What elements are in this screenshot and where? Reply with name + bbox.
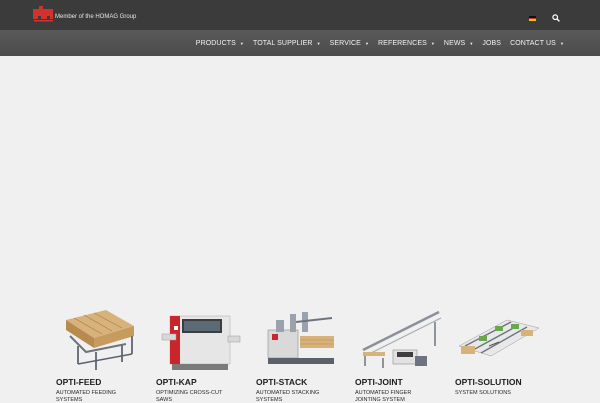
product-card-opti-feed[interactable]: OPTI-FEED AUTOMATED FEEDING SYSTEMS [56,306,146,403]
product-name: OPTI-FEED [56,377,102,387]
main-navigation: PRODUCTS ▼ TOTAL SUPPLIER ▼ SERVICE ▼ REFER… [0,30,600,56]
chevron-down-icon: ▼ [469,40,474,46]
product-card-opti-kap[interactable]: OPTI-KAP OPTIMIZING CROSS-CUT SAWS [156,306,246,403]
nav-label: REFERENCES [378,39,427,47]
nav-label: JOBS [482,39,502,47]
chevron-down-icon: ▼ [364,40,370,46]
opti-joint-machine-image [362,310,442,368]
chevron-down-icon: ▼ [559,40,564,46]
opti-stack-machine-image [267,312,334,364]
product-description: SYSTEM SOLUTIONS [455,390,511,396]
nav-item-contact-us[interactable]: CONTACT US ▼ [510,40,564,47]
nav-item-news[interactable]: NEWS ▼ [444,40,473,47]
product-name: OPTI-STACK [256,377,308,387]
nav-item-jobs[interactable]: JOBS [482,40,501,47]
product-name: OPTI-SOLUTION [455,377,522,387]
nav-item-products[interactable]: PRODUCTS ▼ [196,40,244,47]
product-name: OPTI-KAP [156,377,197,387]
product-description: AUTOMATED STACKING SYSTEMS [256,390,320,403]
nav-item-references[interactable]: REFERENCES ▼ [378,40,435,47]
nav-label: CONTACT US [510,39,556,47]
nav-label: TOTAL SUPPLIER [252,39,313,47]
company-logo[interactable] [32,5,54,23]
hero-area [0,56,600,306]
nav-item-total-supplier[interactable]: TOTAL SUPPLIER ▼ [253,40,321,47]
opti-solution-machine-image [458,319,540,357]
product-card-opti-solution[interactable]: OPTI-SOLUTION SYSTEM SOLUTIONS [455,306,545,400]
opti-feed-machine-image [66,310,134,370]
opti-kap-machine-image [161,315,241,370]
de-flag-icon[interactable] [529,16,536,22]
product-card-opti-stack[interactable]: OPTI-STACK AUTOMATED STACKING SYSTEMS [256,306,346,403]
nav-label: SERVICE [329,39,361,47]
product-description: AUTOMATED FINGER JOINTING SYSTEM [355,390,412,403]
product-name: OPTI-JOINT [355,377,403,387]
product-description: AUTOMATED FEEDING SYSTEMS [56,390,116,403]
nav-item-service[interactable]: SERVICE ▼ [330,40,369,47]
nav-label: PRODUCTS [195,39,236,47]
product-row: OPTI-FEED AUTOMATED FEEDING SYSTEMS OPTI… [0,306,600,403]
chevron-down-icon: ▼ [430,40,435,46]
product-card-opti-joint[interactable]: OPTI-JOINT AUTOMATED FINGER JOINTING SYS… [355,306,445,403]
nav-label: NEWS [443,39,466,47]
top-bar: Member of the HOMAG Group [0,0,600,30]
nav-menu: PRODUCTS ▼ TOTAL SUPPLIER ▼ SERVICE ▼ REFER… [187,30,564,56]
group-tagline: Member of the HOMAG Group [55,14,137,20]
chevron-down-icon: ▼ [316,40,321,46]
search-icon[interactable] [552,14,560,22]
product-description: OPTIMIZING CROSS-CUT SAWS [156,390,223,403]
chevron-down-icon: ▼ [239,40,244,46]
